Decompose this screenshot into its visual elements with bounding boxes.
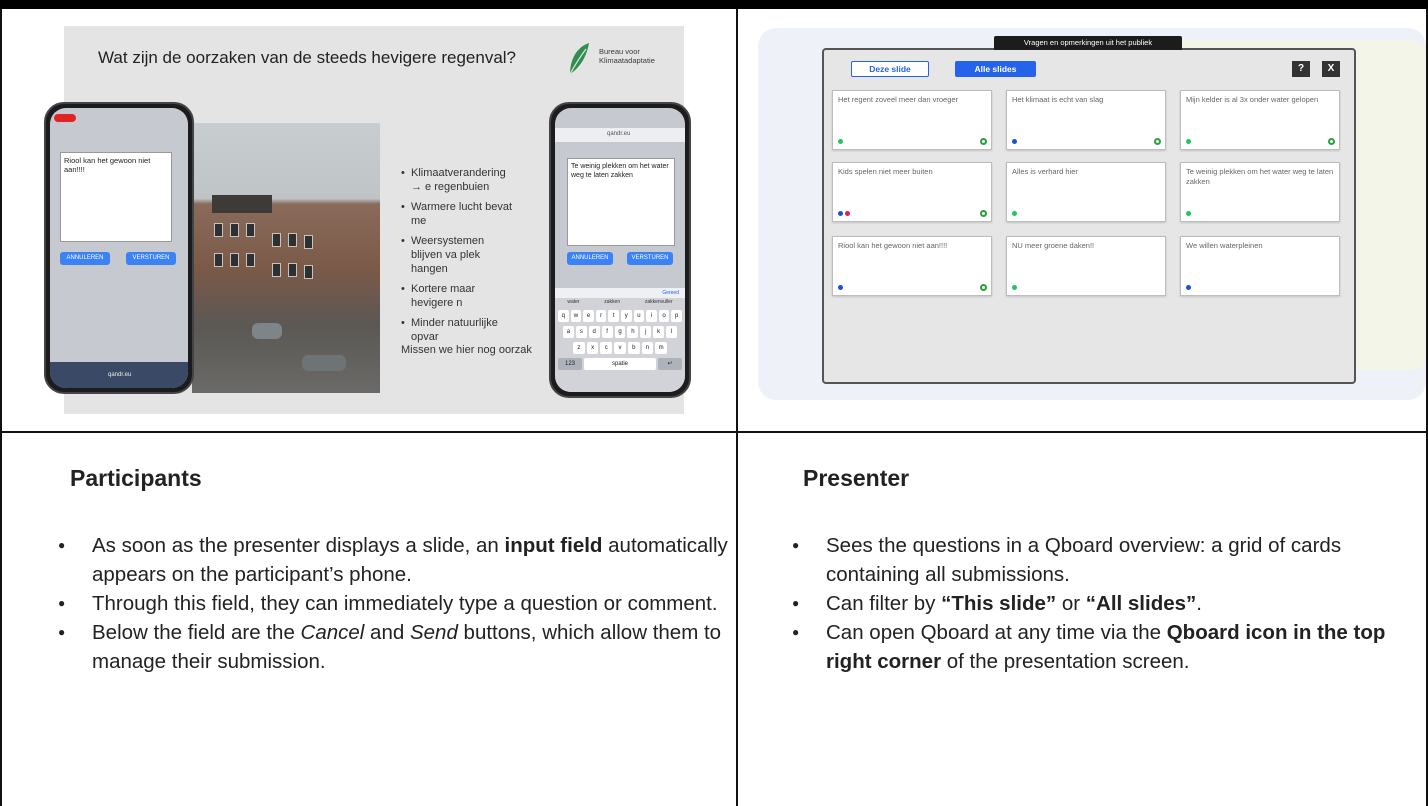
card-text: NU meer groene daken!! (1012, 241, 1095, 250)
slide-question: Missen we hier nog oorzak (401, 344, 532, 356)
card-status-dot (1186, 139, 1191, 144)
cancel-button[interactable]: ANNULEREN (60, 252, 110, 265)
slide-bullet: Kortere maar hevigere n (401, 282, 516, 310)
slide-bullet: Warmere lucht bevat me (401, 200, 516, 228)
qboard-card[interactable]: We willen waterpleinen (1180, 236, 1340, 296)
row-divider (0, 431, 1428, 433)
keyboard-row-2: asdfghjkl (563, 326, 678, 338)
suggestion-bar: water zakken zakkenvuller (567, 299, 673, 305)
top-border (0, 0, 1428, 9)
participants-heading: Participants (70, 465, 202, 491)
card-status-dot (1186, 285, 1191, 290)
qboard-card[interactable]: Mijn kelder is al 3x onder water gelopen (1180, 90, 1340, 150)
slide-bullet: Weersystemen blijven va plek hangen (401, 234, 516, 276)
presenter-bullet: Sees the questions in a Qboard overview:… (776, 531, 1416, 589)
qboard-card[interactable]: Te weinig plekken om het water weg te la… (1180, 162, 1340, 222)
help-button[interactable]: ? (1292, 61, 1310, 77)
card-text: Het klimaat is echt van slag (1012, 95, 1104, 104)
key-123[interactable]: 123 (558, 358, 582, 370)
cancel-button[interactable]: ANNULEREN (567, 252, 613, 265)
presenter-heading: Presenter (803, 465, 910, 491)
logo-text: Bureau voor Klimaatadaptatie (599, 47, 655, 65)
qboard-card[interactable]: Kids spelen niet meer buiten (832, 162, 992, 222)
participant-phone-left: Riool kan het gewoon niet aan!!!! ANNULE… (44, 102, 194, 394)
card-text: Te weinig plekken om het water weg te la… (1186, 167, 1334, 186)
check-icon[interactable] (980, 210, 987, 217)
card-text: Riool kan het gewoon niet aan!!!! (838, 241, 948, 250)
qboard-card[interactable]: Het regent zoveel meer dan vroeger (832, 90, 992, 150)
qboard-card[interactable]: Het klimaat is echt van slag (1006, 90, 1166, 150)
question-input-field[interactable]: Riool kan het gewoon niet aan!!!! (60, 152, 172, 242)
column-divider (736, 9, 738, 806)
send-button[interactable]: VERSTUREN (627, 252, 673, 265)
card-status-dot (838, 139, 843, 144)
keyboard-row-1: qwertyuiop (558, 310, 682, 322)
browser-url[interactable]: qandr.eu (108, 372, 131, 378)
participants-bullet: As soon as the presenter displays a slid… (42, 531, 732, 589)
left-border (0, 9, 2, 806)
check-icon[interactable] (980, 284, 987, 291)
browser-url[interactable]: qandr.eu (607, 131, 630, 137)
qboard-header: Vragen en opmerkingen uit het publiek (994, 36, 1182, 50)
card-status-dot (838, 211, 843, 216)
card-status-dot (1012, 285, 1017, 290)
tab-all-slides[interactable]: Alle slides (955, 61, 1036, 77)
presenter-bullet: Can filter by “This slide” or “All slide… (776, 589, 1416, 618)
keyboard-row-3: zxcvbnm (573, 342, 668, 354)
participants-bullet-list: As soon as the presenter displays a slid… (42, 531, 732, 676)
slide-bullet: Minder natuurlijke opvar (401, 316, 516, 344)
card-text: Kids spelen niet meer buiten (838, 167, 933, 176)
space-key[interactable]: spatie (584, 358, 656, 370)
slide-bullet: Klimaatverandering → e regenbuien (401, 166, 516, 194)
participants-bullet: Below the field are the Cancel and Send … (42, 618, 732, 676)
card-text: Het regent zoveel meer dan vroeger (838, 95, 959, 104)
presenter-bullet: Can open Qboard at any time via the Qboa… (776, 618, 1416, 676)
check-icon[interactable] (980, 138, 987, 145)
card-status-dot (1012, 139, 1017, 144)
card-status-dot (838, 285, 843, 290)
keyboard-row-4: 123 spatie ↵ (558, 358, 682, 370)
return-key[interactable]: ↵ (658, 358, 682, 370)
qboard-card[interactable]: Alles is verhard hier (1006, 162, 1166, 222)
slide-bullet-list: Klimaatverandering → e regenbuien Warmer… (401, 166, 516, 350)
card-text: Mijn kelder is al 3x onder water gelopen (1186, 95, 1319, 104)
participant-phone-right: qandr.eu Te weinig plekken om het water … (549, 102, 691, 398)
slide-title: Wat zijn de oorzaken van de steeds hevig… (98, 48, 517, 67)
check-icon[interactable] (1154, 138, 1161, 145)
rainy-street-photo (192, 123, 380, 393)
keyboard-done[interactable]: Gereed (662, 290, 679, 296)
tab-this-slide[interactable]: Deze slide (851, 61, 929, 77)
card-status-dot (1012, 211, 1017, 216)
presenter-bullet-list: Sees the questions in a Qboard overview:… (776, 531, 1416, 676)
question-input-field[interactable]: Te weinig plekken om het water weg te la… (567, 158, 675, 246)
card-status-dot (1186, 211, 1191, 216)
ios-keyboard: Gereed water zakken zakkenvuller qwertyu… (555, 288, 685, 392)
qboard-card[interactable]: NU meer groene daken!! (1006, 236, 1166, 296)
status-pill (54, 114, 76, 122)
check-icon[interactable] (1328, 138, 1335, 145)
send-button[interactable]: VERSTUREN (126, 252, 176, 265)
qboard-card[interactable]: Riool kan het gewoon niet aan!!!! (832, 236, 992, 296)
card-text: We willen waterpleinen (1186, 241, 1263, 250)
leaf-logo-icon (569, 43, 589, 75)
participants-bullet: Through this field, they can immediately… (42, 589, 732, 618)
card-text: Alles is verhard hier (1012, 167, 1078, 176)
close-button[interactable]: X (1322, 61, 1340, 77)
card-status-dot (845, 211, 850, 216)
